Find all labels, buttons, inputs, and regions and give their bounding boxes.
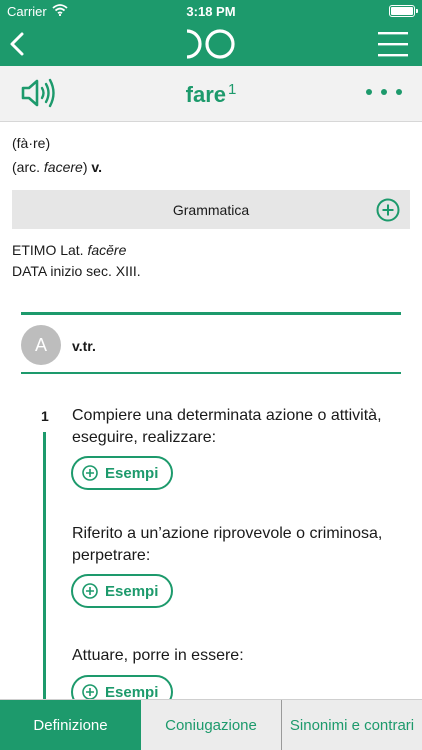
dictionary-logo-icon <box>186 29 235 59</box>
plus-circle-icon <box>82 583 98 599</box>
archaic-form-line: (arc. facere) v. <box>12 159 102 175</box>
battery-icon <box>389 5 418 17</box>
section-divider-top <box>21 312 401 315</box>
definition-text: Compiere una determinata azione o attivi… <box>72 407 382 446</box>
meaning-rail <box>43 432 46 702</box>
tab-definizione[interactable]: Definizione <box>0 700 141 750</box>
etymology-word: facĕre <box>87 242 127 258</box>
more-dots-icon[interactable] <box>366 89 402 99</box>
examples-button-label: Esempi <box>105 465 159 482</box>
section-part-of-speech: v.tr. <box>72 338 96 354</box>
archaic-suffix: ) <box>82 159 88 175</box>
headword-text: fare <box>185 82 226 107</box>
grammar-label: Grammatica <box>172 202 250 218</box>
status-bar: Carrier 3:18 PM <box>0 0 422 22</box>
meaning-number: 1 <box>41 408 49 424</box>
part-of-speech-abbr: v. <box>91 159 103 175</box>
plus-circle-icon <box>82 465 98 481</box>
date-line: DATA inizio sec. XIII. <box>12 263 141 279</box>
examples-button-label: Esempi <box>105 583 159 600</box>
etymology-prefix: ETIMO Lat. <box>12 242 88 258</box>
definition-text: Attuare, porre in essere: <box>72 647 244 664</box>
definition-text: Riferito a un’azione riprovevole o crimi… <box>72 525 383 564</box>
hamburger-menu-icon[interactable] <box>378 30 408 58</box>
clock: 3:18 PM <box>186 4 236 19</box>
tab-sinonimi-e-contrari[interactable]: Sinonimi e contrari <box>281 700 422 750</box>
grammar-expander[interactable]: Grammatica <box>12 190 410 229</box>
bottom-tab-bar: Definizione Coniugazione Sinonimi e cont… <box>0 699 422 750</box>
archaic-form: facere <box>43 159 83 175</box>
top-bar: Carrier 3:18 PM <box>0 0 422 66</box>
archaic-prefix: (arc. <box>12 159 44 175</box>
headword: fare 1 <box>0 81 422 108</box>
plus-circle-icon <box>82 684 98 700</box>
plus-circle-icon[interactable] <box>376 198 400 222</box>
examples-button[interactable]: Esempi <box>71 456 173 490</box>
section-divider-bottom <box>21 372 401 374</box>
etymology: ETIMO Lat. facĕre <box>12 242 126 258</box>
chevron-left-icon[interactable] <box>6 30 28 58</box>
examples-button[interactable]: Esempi <box>71 574 173 608</box>
homograph-number: 1 <box>228 81 237 98</box>
section-letter-badge: A <box>21 325 61 365</box>
tab-coniugazione[interactable]: Coniugazione <box>141 700 281 750</box>
word-bar: fare 1 <box>0 66 422 122</box>
syllabification: (fà·re) <box>12 135 51 151</box>
